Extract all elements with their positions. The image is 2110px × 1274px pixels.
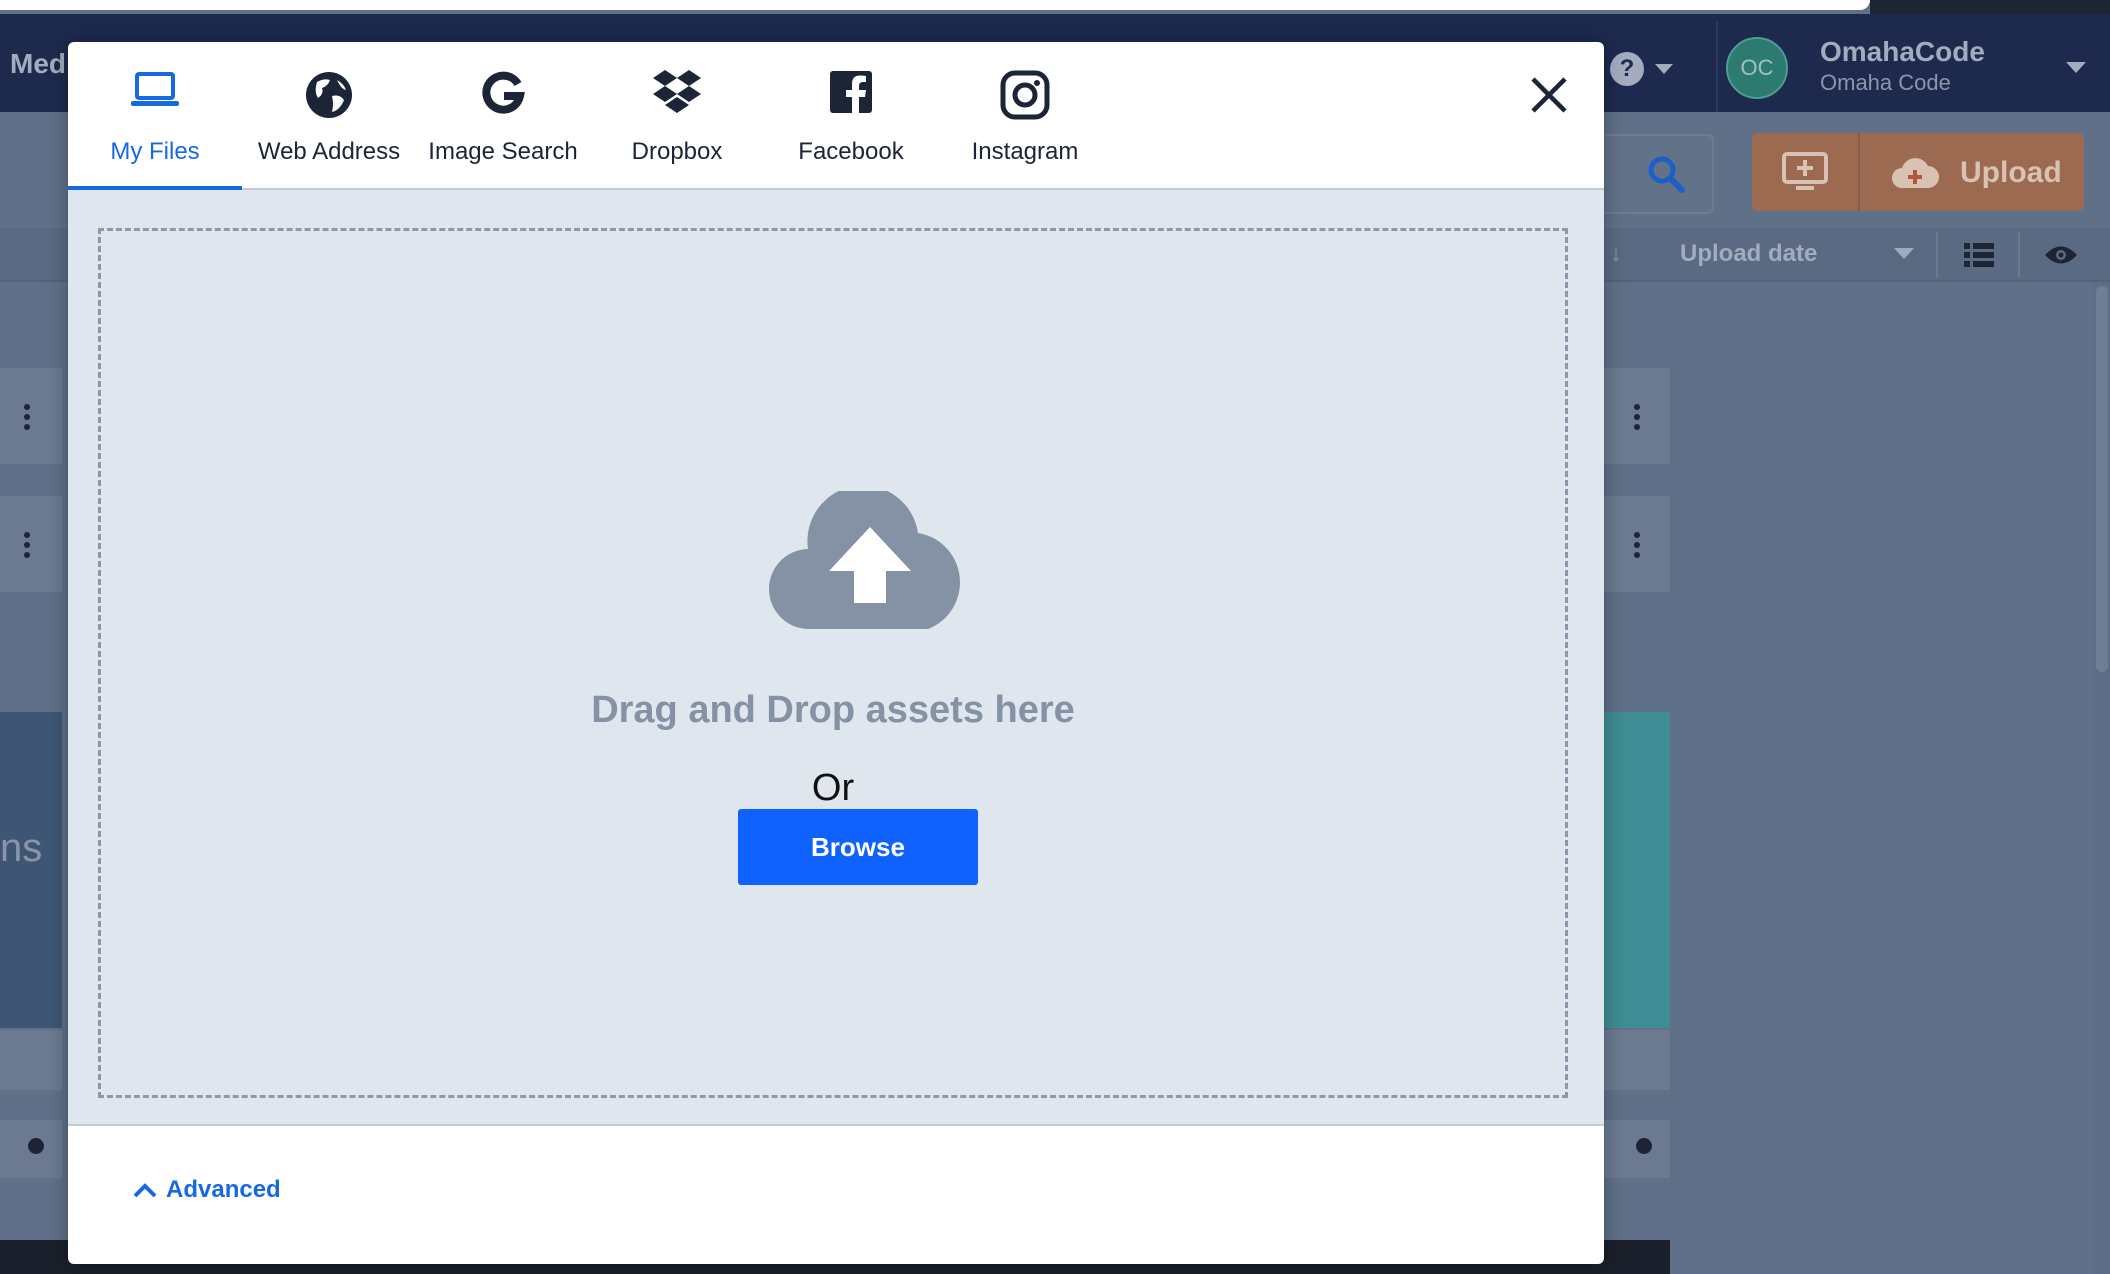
cloud-upload-icon xyxy=(769,491,960,630)
tab-label: Facebook xyxy=(798,138,904,165)
asset-thumbnail[interactable] xyxy=(1602,712,1670,1028)
tab-label: Dropbox xyxy=(631,138,723,165)
dropbox-icon xyxy=(653,70,701,113)
facebook-icon xyxy=(830,71,872,114)
search-icon[interactable] xyxy=(1646,154,1686,194)
tab-label: Instagram xyxy=(971,138,1079,165)
asset-card-footer xyxy=(0,1030,62,1090)
user-menu-chevron-icon[interactable] xyxy=(2066,62,2086,73)
sort-direction-icon[interactable]: ↓ xyxy=(1610,240,1622,268)
header-divider xyxy=(1716,22,1718,112)
asset-card[interactable] xyxy=(0,368,62,464)
asset-card[interactable] xyxy=(0,496,62,592)
drop-title: Drag and Drop assets here xyxy=(591,689,1075,731)
google-icon xyxy=(482,71,525,114)
dropzone[interactable]: Drag and Drop assets here Or Browse xyxy=(98,228,1568,1098)
browse-button[interactable]: Browse xyxy=(738,809,978,885)
list-view-icon[interactable] xyxy=(1964,243,1994,267)
user-org: Omaha Code xyxy=(1820,70,1951,95)
tab-label: Web Address xyxy=(257,138,401,165)
tab-image-search[interactable]: Image Search xyxy=(416,42,590,188)
tab-instagram[interactable]: Instagram xyxy=(938,42,1112,188)
app-title: Medi xyxy=(10,48,74,79)
instagram-icon xyxy=(1000,70,1050,120)
upload-modal: My Files Web Address Image Search Dropbo… xyxy=(68,42,1604,1264)
more-options-icon[interactable] xyxy=(1634,404,1640,434)
browser-address-strip xyxy=(0,0,1870,10)
globe-icon xyxy=(1636,1138,1652,1154)
user-name[interactable]: OmahaCode xyxy=(1820,36,1985,68)
close-icon[interactable] xyxy=(1526,72,1572,118)
globe-icon xyxy=(28,1138,44,1154)
advanced-toggle[interactable]: Advanced xyxy=(132,1176,281,1204)
drop-area: Drag and Drop assets here Or Browse xyxy=(68,190,1604,1126)
sort-select[interactable]: Upload date xyxy=(1680,240,1817,268)
upload-button-label[interactable]: Upload xyxy=(1960,156,2062,190)
chevron-down-icon[interactable] xyxy=(1655,64,1673,74)
add-screen-icon[interactable] xyxy=(1782,152,1828,192)
tab-label: Image Search xyxy=(428,138,578,165)
tab-my-files[interactable]: My Files xyxy=(68,42,242,190)
more-options-icon[interactable] xyxy=(1634,532,1640,562)
or-text: Or xyxy=(811,767,855,809)
upload-split-divider xyxy=(1858,133,1860,211)
scrollbar-thumb[interactable] xyxy=(2096,286,2108,672)
sort-chevron-icon[interactable] xyxy=(1894,248,1914,259)
laptop-icon xyxy=(131,72,179,106)
toolbar-divider xyxy=(1936,232,1938,278)
tab-facebook[interactable]: Facebook xyxy=(764,42,938,188)
avatar[interactable]: OC xyxy=(1726,37,1788,99)
source-tabs: My Files Web Address Image Search Dropbo… xyxy=(68,42,1604,190)
toolbar-divider xyxy=(2018,232,2020,278)
advanced-label: Advanced xyxy=(166,1176,281,1203)
tab-label: My Files xyxy=(110,138,200,165)
browser-toolbar xyxy=(1870,0,2110,14)
asset-thumbnail-text: ns xyxy=(0,826,43,870)
globe-icon xyxy=(306,72,352,118)
eye-icon[interactable] xyxy=(2044,244,2078,266)
help-icon[interactable]: ? xyxy=(1610,52,1644,86)
cloud-upload-icon[interactable] xyxy=(1890,152,1940,190)
tab-dropbox[interactable]: Dropbox xyxy=(590,42,764,188)
more-options-icon[interactable] xyxy=(24,532,30,562)
chevron-up-icon xyxy=(133,1183,157,1198)
tab-web-address[interactable]: Web Address xyxy=(242,42,416,188)
more-options-icon[interactable] xyxy=(24,404,30,434)
asset-card-footer xyxy=(1602,1030,1670,1090)
